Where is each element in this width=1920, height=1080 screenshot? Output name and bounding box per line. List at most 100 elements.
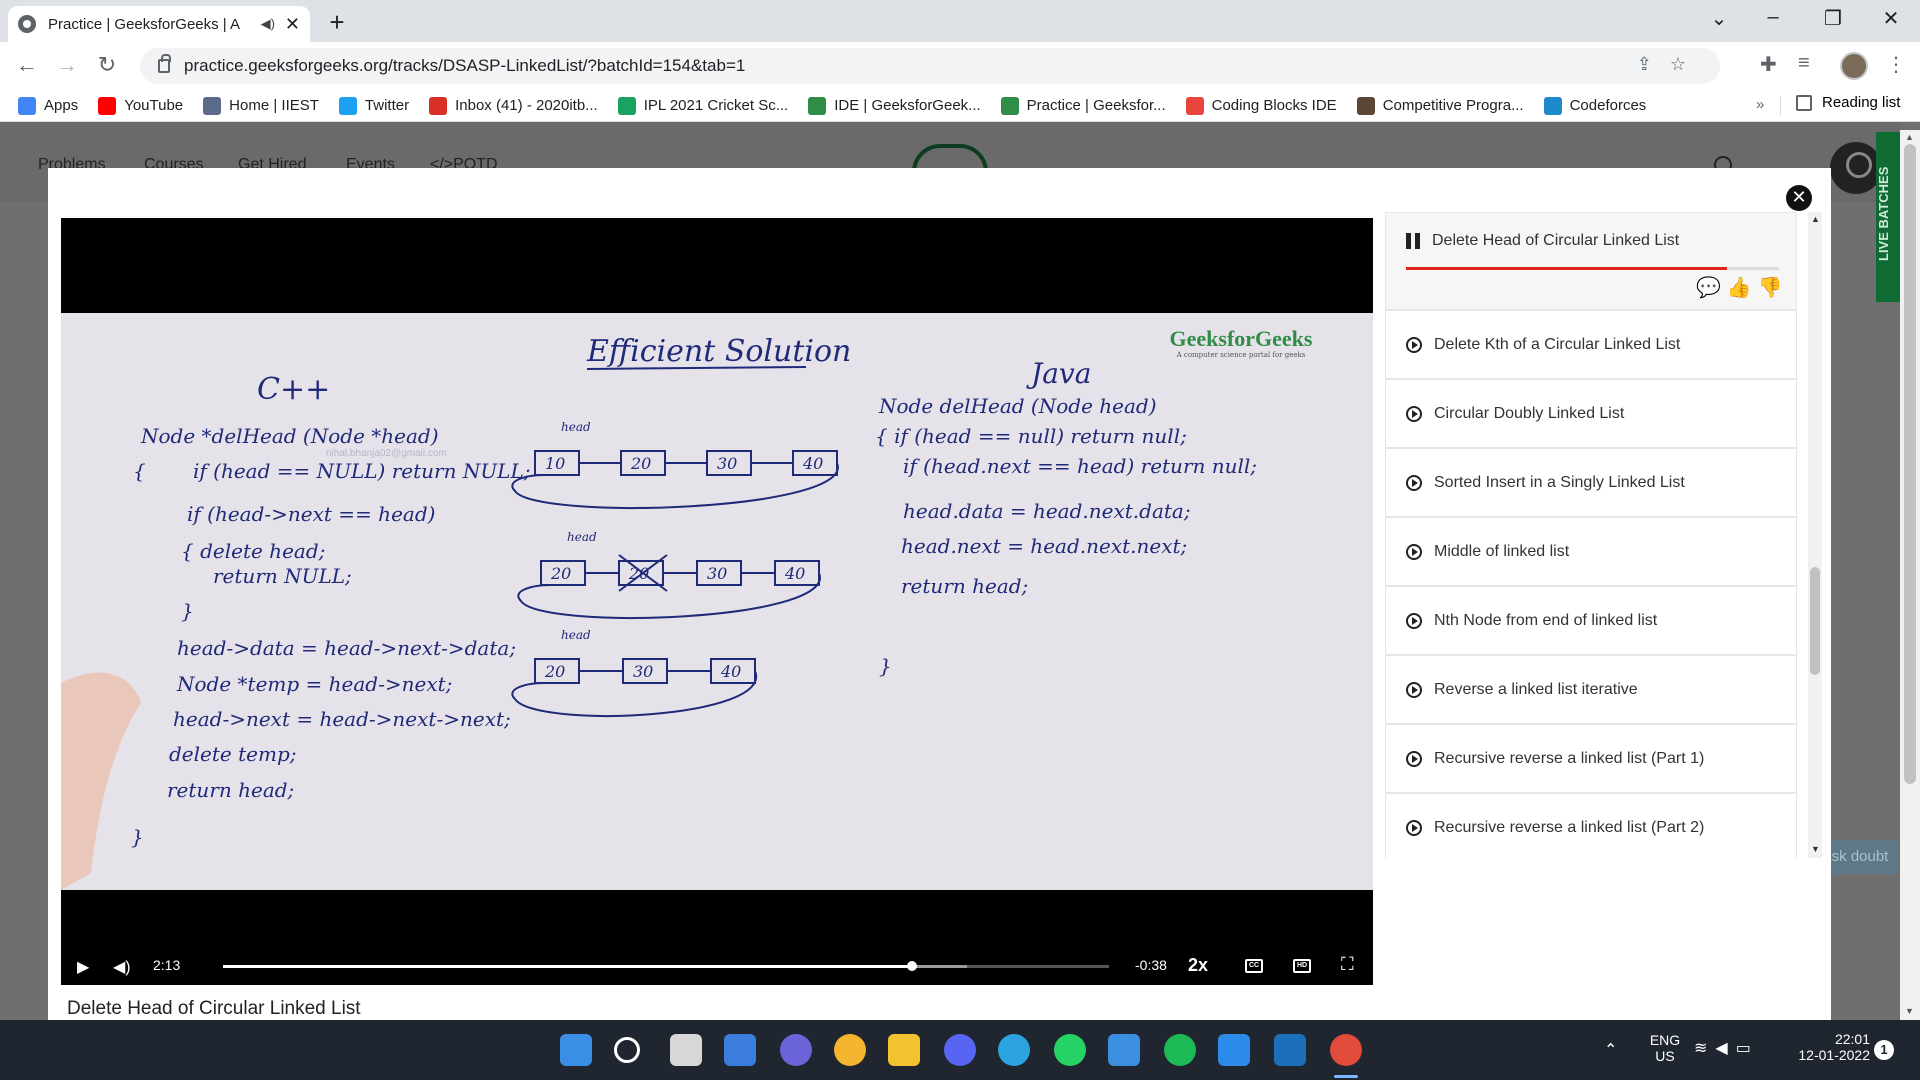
teams-chat-icon[interactable] [780,1034,812,1066]
playlist-item-active[interactable]: Delete Head of Circular Linked List 💬👍👎 [1385,212,1797,310]
playlist-scroll-up-icon[interactable]: ▲ [1811,214,1820,224]
seek-bar[interactable] [223,961,1109,971]
cpp-code-line: Node *temp = head->next; [176,672,452,696]
bookmark-item[interactable]: Coding Blocks IDE [1185,96,1337,115]
scroll-down-arrow-icon[interactable]: ▼ [1905,1006,1914,1016]
url-text[interactable]: practice.geeksforgeeks.org/tracks/DSASP-… [184,56,745,76]
quality-icon[interactable]: HD [1293,959,1311,973]
whiteboard-drawing: Efficient Solution C++ Java GeeksforGeek… [61,326,1313,890]
vscode-icon[interactable] [1218,1034,1250,1066]
list-node-value: 40 [784,564,805,583]
page-scrollbar-thumb[interactable] [1904,144,1916,784]
comment-icon[interactable]: 💬 [1696,277,1727,299]
feedback-actions: 💬👍👎 [1696,275,1789,300]
play-icon[interactable]: ▶ [77,957,89,977]
video-frame-whiteboard[interactable]: Efficient Solution C++ Java GeeksforGeek… [61,313,1373,890]
page-scrollbar[interactable]: ▲ ▼ [1900,130,1920,1020]
list-node-value: 10 [545,454,565,473]
close-modal-icon[interactable]: ✕ [1786,185,1812,211]
active-item-label[interactable]: Delete Head of Circular Linked List [1432,232,1679,250]
user-avatar[interactable] [1830,142,1882,194]
cricbuzz-icon [617,96,636,115]
widgets-icon[interactable] [724,1034,756,1066]
language-indicator[interactable]: ENG US [1642,1032,1688,1064]
java-code-block: Node delHead (Node head) { if (head == nu… [875,394,1257,678]
speaker-icon[interactable]: ◀) [261,16,275,32]
playlist-scrollbar-thumb[interactable] [1810,567,1820,675]
playlist-item[interactable]: Recursive reverse a linked list (Part 1) [1385,724,1797,793]
thumbs-down-icon[interactable]: 👎 [1758,277,1789,299]
start-icon[interactable] [560,1034,592,1066]
tab-search-icon[interactable]: ⌄ [1704,6,1734,31]
playlist-item[interactable]: Nth Node from end of linked list [1385,586,1797,655]
clock[interactable]: 22:01 12-01-2022 [1790,1031,1870,1063]
playlist-item[interactable]: Sorted Insert in a Singly Linked List [1385,448,1797,517]
pause-icon[interactable] [1406,233,1420,249]
profile-avatar[interactable] [1840,52,1868,80]
bookmark-item[interactable]: Practice | Geeksfor... [1000,96,1166,115]
thumbs-up-icon[interactable]: 👍 [1727,277,1758,299]
playback-speed-button[interactable]: 2x [1188,955,1208,976]
bookmark-item[interactable]: Home | IIEST [203,96,319,115]
telegram-icon[interactable] [998,1034,1030,1066]
spotify-icon[interactable] [1164,1034,1196,1066]
cpp-label: C++ [257,372,330,407]
notification-badge[interactable]: 1 [1874,1040,1894,1060]
lock-icon[interactable] [158,54,171,73]
fullscreen-icon[interactable]: ⛶ [1341,954,1354,975]
address-bar[interactable]: practice.geeksforgeeks.org/tracks/DSASP-… [140,48,1720,84]
tray-overflow-icon[interactable]: ⌃ [1604,1040,1617,1060]
bookmark-item[interactable]: Inbox (41) - 2020itb... [429,96,598,115]
prime-video-icon[interactable] [1274,1034,1306,1066]
network-volume-battery-icons[interactable]: ≋◀▭ [1694,1038,1759,1058]
bookmark-item[interactable]: YouTube [98,96,183,115]
playlist-item[interactable]: Circular Doubly Linked List [1385,379,1797,448]
playlist-item[interactable]: Reverse a linked list iterative [1385,655,1797,724]
task-view-icon[interactable] [670,1034,702,1066]
bookmark-item[interactable]: Apps [18,96,78,115]
bookmark-item[interactable]: IDE | GeeksforGeek... [808,96,981,115]
cpp-code-block: Node *delHead (Node *head) {if (head == N… [131,424,530,849]
discord-icon[interactable] [944,1034,976,1066]
chrome-icon[interactable] [1330,1034,1362,1066]
bookmark-item[interactable]: Twitter [338,96,409,115]
video-title: Delete Head of Circular Linked List [67,998,361,1019]
gfg-brand: GeeksforGeeks [1170,326,1313,351]
seek-handle[interactable] [907,961,918,971]
maximize-button[interactable]: ❐ [1818,6,1848,31]
bookmark-item[interactable]: Competitive Progra... [1356,96,1524,115]
list-node-value: 20 [550,564,571,583]
scroll-up-arrow-icon[interactable]: ▲ [1905,132,1914,142]
forward-arrow-icon[interactable]: → [52,52,82,78]
captions-icon[interactable]: CC [1245,959,1263,973]
play-circle-icon [1406,336,1422,353]
playlist-item[interactable]: Middle of linked list [1385,517,1797,586]
file-explorer-icon[interactable] [888,1034,920,1066]
search-icon[interactable] [614,1037,640,1063]
list-node-value: 20 [630,454,651,473]
weather-icon[interactable] [834,1034,866,1066]
mail-icon[interactable] [1108,1034,1140,1066]
back-arrow-icon[interactable]: ← [12,52,42,78]
bookmark-item[interactable]: IPL 2021 Cricket Sc... [617,96,788,115]
new-tab-button[interactable]: + [322,8,352,38]
playlist-scrollbar[interactable]: ▲ ▼ [1808,212,1822,858]
media-control-icon[interactable]: ≡ [1798,52,1810,75]
whatsapp-icon[interactable] [1054,1034,1086,1066]
minimize-button[interactable]: – [1758,6,1788,29]
volume-icon[interactable]: ◀) [113,957,131,977]
live-batches-tab[interactable]: LIVE BATCHES [1876,132,1900,302]
browser-tab[interactable]: Practice | GeeksforGeeks | A ◀) ✕ [8,6,310,42]
playlist-scroll-down-icon[interactable]: ▼ [1811,844,1820,854]
reload-icon[interactable]: ↻ [92,52,122,78]
bookmark-item[interactable]: Codeforces [1543,96,1646,115]
playlist-item[interactable]: Delete Kth of a Circular Linked List [1385,310,1797,379]
share-star-icons[interactable]: ⇪☆ [1637,54,1704,75]
playlist-item[interactable]: Recursive reverse a linked list (Part 2) [1385,793,1797,858]
extensions-icon[interactable]: ✚ [1760,52,1777,77]
close-tab-icon[interactable]: ✕ [285,14,300,35]
linked-list-diagrams: 10 20 30 40 head 20 20 30 40 head 20 30 40 head [511,420,839,717]
menu-kebab-icon[interactable]: ⋮ [1886,52,1906,77]
close-window-button[interactable]: ✕ [1876,6,1906,31]
browser-toolbar: ← → ↻ practice.geeksforgeeks.org/tracks/… [0,42,1920,90]
